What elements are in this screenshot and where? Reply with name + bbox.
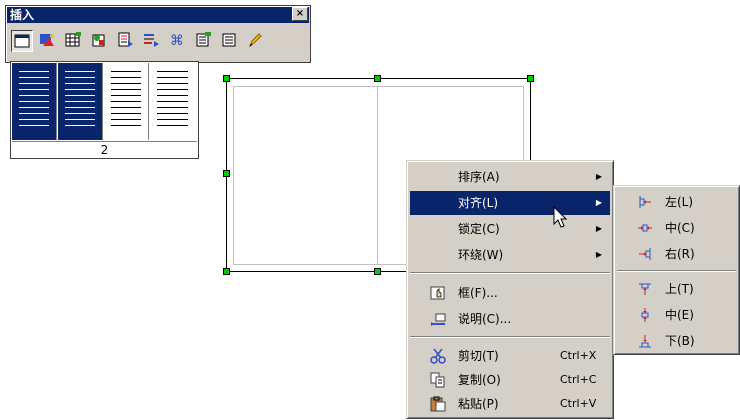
menu-item-copy[interactable]: 复制(O) Ctrl+C xyxy=(410,368,610,392)
submenu-arrow-icon: ▶ xyxy=(595,250,602,259)
columns-dropdown: 2 xyxy=(10,61,199,159)
toolbar-title[interactable]: 插入 xyxy=(7,7,309,23)
submenu-arrow-icon: ▶ xyxy=(595,198,602,207)
submenu-separator xyxy=(617,270,736,272)
submenu-item-align-bottom[interactable]: 下(B) xyxy=(617,329,736,353)
submenu-item-label: 上(T) xyxy=(665,282,694,296)
submenu-item-label: 左(L) xyxy=(665,195,694,209)
submenu-arrow-icon: ▶ xyxy=(595,224,602,233)
align-bottom-icon xyxy=(637,333,653,349)
scissors-icon xyxy=(430,348,446,364)
menu-item-label: 粘贴(P) xyxy=(458,397,499,411)
columns-grid xyxy=(12,63,197,140)
insert-field-icon[interactable] xyxy=(141,30,163,52)
column-count: 2 xyxy=(12,141,197,158)
insert-text-icon[interactable] xyxy=(115,30,137,52)
menu-shortcut: Ctrl+X xyxy=(560,349,597,362)
column-option-1[interactable] xyxy=(12,63,57,140)
menu-item-frame[interactable]: 框(F)... xyxy=(410,281,610,305)
menu-item-label: 环绕(W) xyxy=(458,248,504,262)
menu-item-label: 剪切(T) xyxy=(458,349,499,363)
submenu-item-align-right[interactable]: 右(R) xyxy=(617,242,736,266)
menu-item-label: 复制(O) xyxy=(458,373,501,387)
menu-separator xyxy=(410,272,610,274)
copy-icon xyxy=(430,372,446,388)
image-icon[interactable] xyxy=(37,30,59,52)
menu-item-arrange[interactable]: 排序(A) ▶ xyxy=(410,165,610,189)
menu-item-caption[interactable]: 说明(C)... xyxy=(410,307,610,331)
menu-item-anchor[interactable]: 锁定(C) ▶ xyxy=(410,217,610,241)
align-top-icon xyxy=(637,281,653,297)
submenu-item-align-center[interactable]: 中(C) xyxy=(617,216,736,240)
context-menu: 排序(A) ▶ 对齐(L) ▶ 锁定(C) ▶ 环绕(W) ▶ 框(F)... … xyxy=(406,160,614,419)
align-middle-icon xyxy=(637,307,653,323)
align-left-icon xyxy=(637,194,653,210)
submenu-item-align-middle[interactable]: 中(E) xyxy=(617,303,736,327)
align-submenu: 左(L) 中(C) 右(R) 上(T) 中(E) 下(B) xyxy=(613,185,740,355)
resize-handle-top-right[interactable] xyxy=(527,75,534,82)
submenu-item-align-top[interactable]: 上(T) xyxy=(617,277,736,301)
align-center-icon xyxy=(637,220,653,236)
menu-item-label: 排序(A) xyxy=(458,170,500,184)
menu-item-align[interactable]: 对齐(L) ▶ xyxy=(410,191,610,215)
resize-handle-bottom[interactable] xyxy=(374,268,381,275)
toolbar-close-button[interactable]: × xyxy=(292,7,308,21)
submenu-item-label: 下(B) xyxy=(665,334,695,348)
resize-handle-bottom-left[interactable] xyxy=(223,268,230,275)
menu-item-label: 框(F)... xyxy=(458,286,498,300)
menu-separator xyxy=(410,336,610,338)
column-option-2[interactable] xyxy=(58,63,103,140)
paste-icon xyxy=(430,396,446,412)
menu-shortcut: Ctrl+C xyxy=(560,373,597,386)
menu-item-cut[interactable]: 剪切(T) Ctrl+X xyxy=(410,344,610,368)
menu-item-label: 对齐(L) xyxy=(458,196,499,210)
resize-handle-left[interactable] xyxy=(223,170,230,177)
menu-item-paste[interactable]: 粘贴(P) Ctrl+V xyxy=(410,392,610,416)
submenu-item-label: 中(E) xyxy=(665,308,694,322)
special-char-icon[interactable]: ⌘ xyxy=(167,30,189,52)
submenu-item-label: 中(C) xyxy=(665,221,695,235)
list-icon[interactable] xyxy=(219,30,241,52)
table-icon[interactable] xyxy=(63,30,85,52)
gallery-icon[interactable] xyxy=(89,30,111,52)
menu-shortcut: Ctrl+V xyxy=(560,397,597,410)
insert-doc-icon[interactable] xyxy=(193,30,215,52)
resize-handle-top[interactable] xyxy=(374,75,381,82)
frame-properties-icon xyxy=(430,285,446,301)
insert-toolbar: 插入 × ⌘ xyxy=(5,5,311,63)
submenu-arrow-icon: ▶ xyxy=(595,172,602,181)
mouse-cursor-icon xyxy=(553,206,568,228)
pen-icon[interactable] xyxy=(245,30,267,52)
svg-text:⌘: ⌘ xyxy=(170,33,184,48)
menu-item-label: 锁定(C) xyxy=(458,222,500,236)
column-option-3[interactable] xyxy=(104,63,149,140)
menu-item-label: 说明(C)... xyxy=(458,312,512,326)
menu-item-wrap[interactable]: 环绕(W) ▶ xyxy=(410,243,610,267)
submenu-item-align-left[interactable]: 左(L) xyxy=(617,190,736,214)
resize-handle-top-left[interactable] xyxy=(223,75,230,82)
submenu-item-label: 右(R) xyxy=(665,247,695,261)
align-right-icon xyxy=(637,246,653,262)
column-option-4[interactable] xyxy=(150,63,195,140)
frame-column-divider xyxy=(377,86,378,265)
caption-icon xyxy=(430,311,446,327)
frame-icon[interactable] xyxy=(11,30,33,52)
